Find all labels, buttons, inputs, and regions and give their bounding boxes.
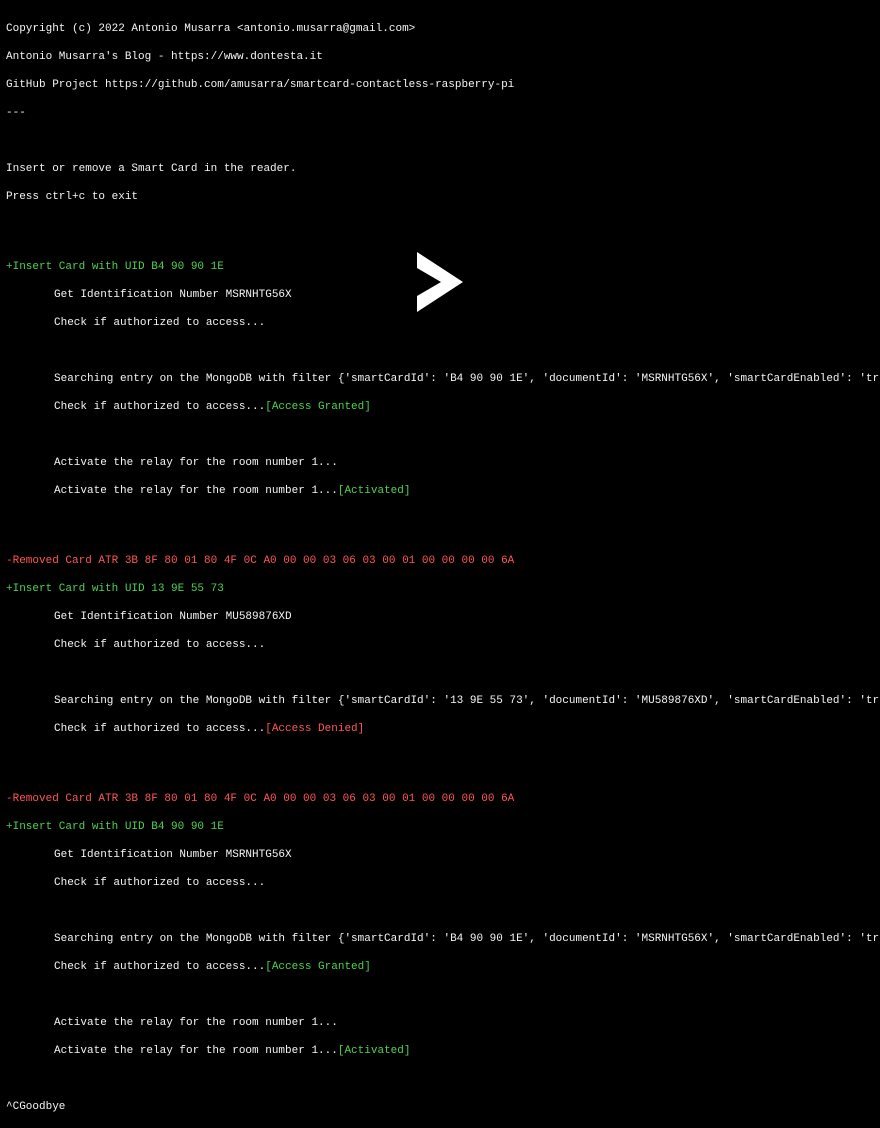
instruction-line: Press ctrl+c to exit bbox=[6, 190, 874, 204]
log-line: Check if authorized to access... bbox=[54, 723, 265, 735]
insert-card-event: +Insert Card with UID 13 9E 55 73 bbox=[6, 582, 874, 596]
activated-status: [Activated] bbox=[338, 1045, 411, 1057]
log-line: Check if authorized to access... bbox=[54, 316, 265, 330]
log-line: Activate the relay for the room number 1… bbox=[54, 456, 338, 470]
separator: --- bbox=[6, 106, 874, 120]
instruction-line: Insert or remove a Smart Card in the rea… bbox=[6, 162, 874, 176]
copyright-line: Copyright (c) 2022 Antonio Musarra <anto… bbox=[6, 22, 874, 36]
log-line: Check if authorized to access... bbox=[54, 638, 265, 652]
goodbye-line: ^CGoodbye bbox=[6, 1100, 874, 1114]
log-line: Check if authorized to access... bbox=[54, 961, 265, 973]
log-line: Activate the relay for the room number 1… bbox=[54, 1045, 338, 1057]
log-line: Check if authorized to access... bbox=[54, 876, 265, 890]
activated-status: [Activated] bbox=[338, 485, 411, 497]
log-line: Check if authorized to access... bbox=[54, 401, 265, 413]
access-denied-status: [Access Denied] bbox=[265, 723, 364, 735]
play-button[interactable] bbox=[417, 252, 463, 312]
access-granted-status: [Access Granted] bbox=[265, 961, 371, 973]
log-line: Searching entry on the MongoDB with filt… bbox=[54, 372, 880, 386]
log-line: Searching entry on the MongoDB with filt… bbox=[54, 932, 880, 946]
log-line: Searching entry on the MongoDB with filt… bbox=[54, 694, 880, 708]
github-line: GitHub Project https://github.com/amusar… bbox=[6, 78, 874, 92]
access-granted-status: [Access Granted] bbox=[265, 401, 371, 413]
removed-card-event: -Removed Card ATR 3B 8F 80 01 80 4F 0C A… bbox=[6, 554, 874, 568]
log-line: Get Identification Number MSRNHTG56X bbox=[54, 848, 292, 862]
log-line: Activate the relay for the room number 1… bbox=[54, 1016, 338, 1030]
log-line: Get Identification Number MU589876XD bbox=[54, 610, 292, 624]
log-line: Activate the relay for the room number 1… bbox=[54, 485, 338, 497]
blog-line: Antonio Musarra's Blog - https://www.don… bbox=[6, 50, 874, 64]
removed-card-event: -Removed Card ATR 3B 8F 80 01 80 4F 0C A… bbox=[6, 792, 874, 806]
log-line: Get Identification Number MSRNHTG56X bbox=[54, 288, 292, 302]
insert-card-event: +Insert Card with UID B4 90 90 1E bbox=[6, 820, 874, 834]
terminal-output: Copyright (c) 2022 Antonio Musarra <anto… bbox=[6, 8, 874, 1128]
